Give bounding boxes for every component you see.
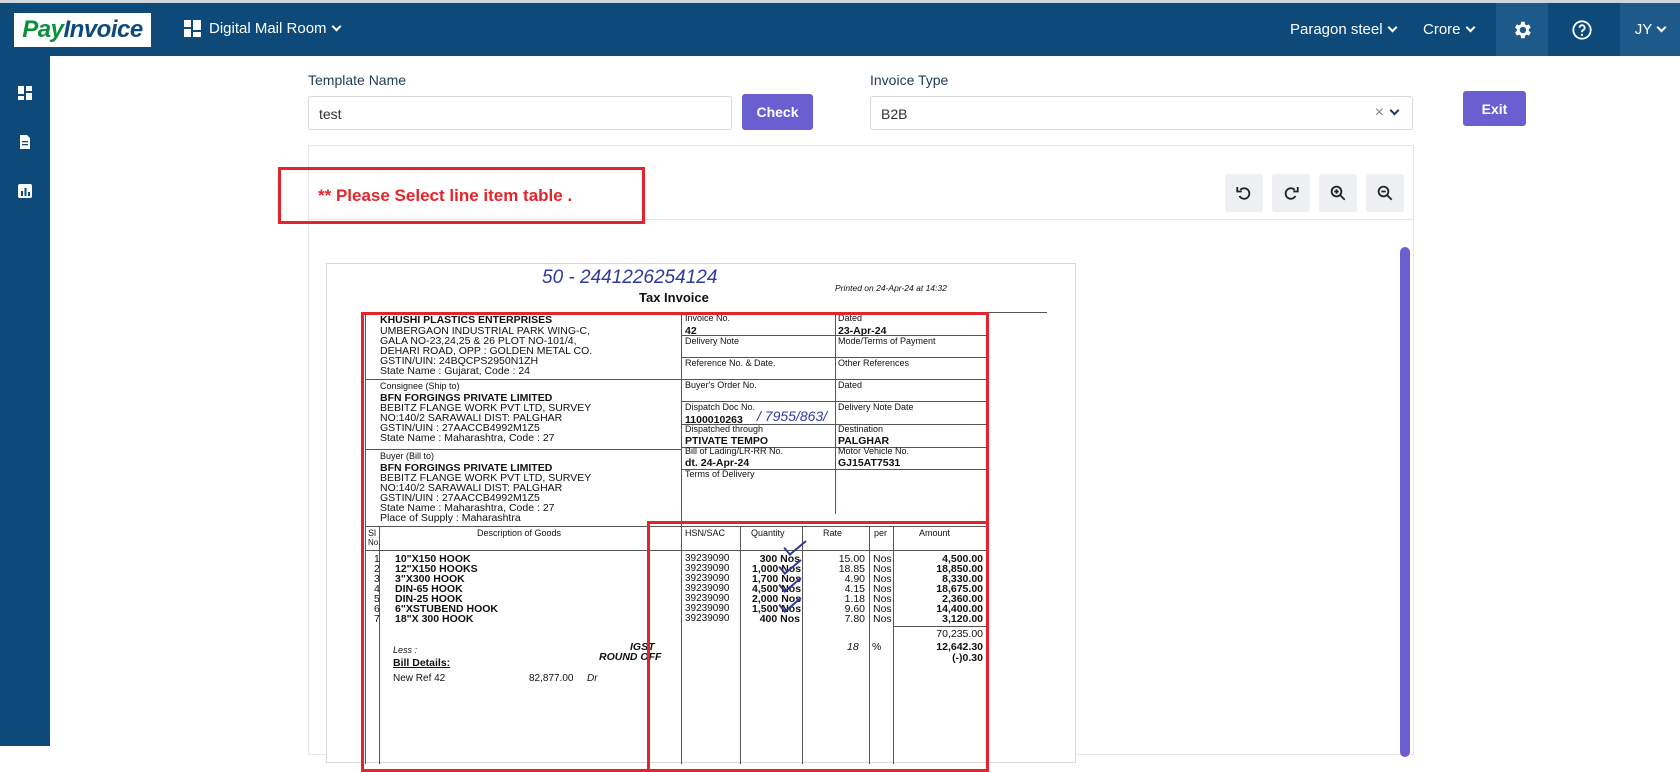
company-label: Paragon steel — [1290, 21, 1383, 38]
check-button[interactable]: Check — [742, 94, 813, 130]
template-name-label: Template Name — [308, 72, 407, 88]
zoom-out-button[interactable] — [1366, 174, 1404, 212]
company-dropdown[interactable]: Paragon steel — [1290, 3, 1398, 56]
user-menu[interactable]: JY — [1620, 3, 1680, 56]
rotate-right-button[interactable] — [1272, 174, 1310, 212]
unit-dropdown[interactable]: Crore — [1423, 3, 1475, 56]
invoice-title: Tax Invoice — [639, 290, 709, 305]
chevron-down-icon — [1465, 22, 1475, 33]
chevron-down-icon — [1656, 22, 1667, 33]
zoom-in-button[interactable] — [1319, 174, 1357, 212]
document-icon[interactable] — [17, 134, 33, 150]
top-navbar: Pay Invoice Digital Mail Room Paragon ste… — [0, 0, 1680, 56]
invoice-type-select[interactable]: B2B × — [870, 96, 1413, 130]
exit-button[interactable]: Exit — [1463, 91, 1526, 126]
report-chart-icon[interactable] — [17, 183, 33, 199]
chevron-down-icon — [1387, 22, 1398, 33]
unit-label: Crore — [1423, 21, 1461, 38]
zoom-out-icon — [1377, 185, 1393, 201]
handwritten-note: 50 - 2441226254124 — [542, 267, 718, 288]
printed-on: Printed on 24-Apr-24 at 14:32 — [835, 283, 947, 293]
scanned-invoice-image: 50 - 2441226254124 Tax Invoice Printed o… — [326, 263, 1076, 772]
left-sidebar — [0, 56, 50, 746]
payinvoice-logo[interactable]: Pay Invoice — [14, 13, 151, 47]
chevron-down-icon — [331, 21, 341, 32]
chevron-down-icon[interactable] — [1389, 105, 1400, 116]
help-icon — [1572, 19, 1592, 40]
module-label: Digital Mail Room — [209, 20, 327, 37]
rotate-right-icon — [1284, 187, 1299, 200]
user-initials: JY — [1634, 21, 1653, 38]
zoom-in-icon — [1330, 185, 1346, 201]
template-name-input[interactable]: test — [308, 96, 732, 130]
invoice-type-label: Invoice Type — [870, 72, 949, 88]
rotate-left-button[interactable] — [1225, 174, 1263, 212]
line-item-warning: ** Please Select line item table . — [278, 167, 645, 224]
viewer-scrollbar[interactable] — [1400, 247, 1410, 757]
rotate-left-icon — [1236, 187, 1251, 200]
invoice-type-value: B2B — [881, 106, 908, 122]
module-dropdown[interactable]: Digital Mail Room — [184, 20, 341, 37]
gear-icon — [1515, 21, 1531, 38]
settings-button[interactable] — [1496, 3, 1548, 56]
dashboard-grid-icon — [184, 20, 201, 37]
help-button[interactable] — [1571, 3, 1593, 56]
warning-text: ** Please Select line item table . — [318, 185, 573, 205]
clear-icon[interactable]: × — [1375, 104, 1384, 122]
line-item-selection-box[interactable] — [647, 521, 989, 772]
dashboard-icon[interactable] — [17, 85, 33, 101]
